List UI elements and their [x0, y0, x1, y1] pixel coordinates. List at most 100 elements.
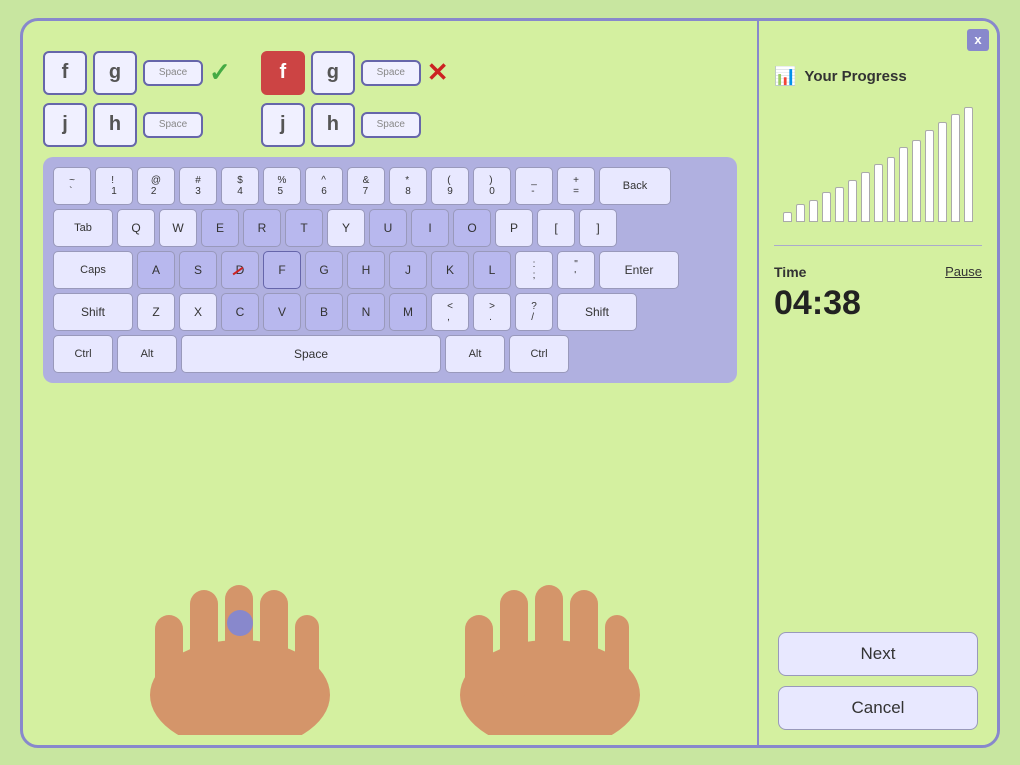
key-e[interactable]: E — [201, 209, 239, 247]
cancel-button[interactable]: Cancel — [778, 686, 978, 730]
key-2[interactable]: @2 — [137, 167, 175, 205]
chart-bar — [925, 130, 934, 222]
timer-value: 04:38 — [774, 284, 982, 323]
key-comma[interactable]: <, — [431, 293, 469, 331]
key-6[interactable]: ^6 — [305, 167, 343, 205]
keyboard-row-qwerty: Tab Q W E R T Y U I O P [ ] — [53, 209, 727, 247]
incorrect-group: f g Space ✕ j h Space — [261, 51, 449, 147]
keyboard-row-bottom: Ctrl Alt Space Alt Ctrl — [53, 335, 727, 373]
key-n[interactable]: N — [347, 293, 385, 331]
incorrect-key-space2: Space — [361, 112, 421, 138]
key-g[interactable]: G — [305, 251, 343, 289]
chart-bar — [861, 172, 870, 222]
correct-key-g: g — [93, 51, 137, 95]
key-u[interactable]: U — [369, 209, 407, 247]
pause-button[interactable]: Pause — [945, 264, 982, 279]
chart-bar — [835, 187, 844, 222]
incorrect-key-j: j — [261, 103, 305, 147]
chart-bar — [783, 212, 792, 222]
key-i[interactable]: I — [411, 209, 449, 247]
incorrect-xmark: ✕ — [427, 57, 449, 88]
progress-label: Your Progress — [804, 68, 906, 85]
chart-bar — [951, 114, 960, 222]
key-5[interactable]: %5 — [263, 167, 301, 205]
key-w[interactable]: W — [159, 209, 197, 247]
correct-key-space1: Space — [143, 60, 203, 86]
key-7[interactable]: &7 — [347, 167, 385, 205]
key-backspace[interactable]: Back — [599, 167, 671, 205]
key-o[interactable]: O — [453, 209, 491, 247]
incorrect-key-g: g — [311, 51, 355, 95]
key-f[interactable]: F — [263, 251, 301, 289]
chart-bar — [848, 180, 857, 222]
key-lbracket[interactable]: [ — [537, 209, 575, 247]
key-8[interactable]: *8 — [389, 167, 427, 205]
chart-bar — [809, 200, 818, 222]
key-m[interactable]: M — [389, 293, 427, 331]
chart-bar — [822, 192, 831, 222]
keyboard-row-asdf: Caps A S D F G H J K L :; "' Enter — [53, 251, 727, 289]
key-enter[interactable]: Enter — [599, 251, 679, 289]
incorrect-key-f-active: f — [261, 51, 305, 95]
hands-area — [43, 393, 737, 735]
key-alt-left[interactable]: Alt — [117, 335, 177, 373]
key-rbracket[interactable]: ] — [579, 209, 617, 247]
key-minus[interactable]: _- — [515, 167, 553, 205]
key-c[interactable]: C — [221, 293, 259, 331]
key-d[interactable]: D — [221, 251, 259, 289]
close-button[interactable]: x — [967, 29, 989, 51]
key-b[interactable]: B — [305, 293, 343, 331]
incorrect-row2: j h Space — [261, 103, 449, 147]
key-0[interactable]: )0 — [473, 167, 511, 205]
key-j[interactable]: J — [389, 251, 427, 289]
key-equals[interactable]: += — [557, 167, 595, 205]
key-y[interactable]: Y — [327, 209, 365, 247]
key-ctrl-left[interactable]: Ctrl — [53, 335, 113, 373]
key-slash[interactable]: ?/ — [515, 293, 553, 331]
key-shift-left[interactable]: Shift — [53, 293, 133, 331]
keyboard: ~` !1 @2 #3 $4 %5 ^6 &7 *8 (9 )0 _- += B… — [43, 157, 737, 383]
key-space[interactable]: Space — [181, 335, 441, 373]
key-k[interactable]: K — [431, 251, 469, 289]
incorrect-key-space1: Space — [361, 60, 421, 86]
correct-key-space2: Space — [143, 112, 203, 138]
correct-group: f g Space ✓ j h Space — [43, 51, 231, 147]
key-ctrl-right[interactable]: Ctrl — [509, 335, 569, 373]
key-tab[interactable]: Tab — [53, 209, 113, 247]
key-caps[interactable]: Caps — [53, 251, 133, 289]
correct-key-j: j — [43, 103, 87, 147]
key-v[interactable]: V — [263, 293, 301, 331]
key-shift-right[interactable]: Shift — [557, 293, 637, 331]
key-backtick[interactable]: ~` — [53, 167, 91, 205]
chart-bar — [874, 164, 883, 222]
chart-bar — [887, 157, 896, 222]
key-9[interactable]: (9 — [431, 167, 469, 205]
keyboard-row-zxcv: Shift Z X C V B N M <, >. ?/ Shift — [53, 293, 727, 331]
key-t[interactable]: T — [285, 209, 323, 247]
key-period[interactable]: >. — [473, 293, 511, 331]
key-s[interactable]: S — [179, 251, 217, 289]
timer-section: Time Pause 04:38 — [774, 264, 982, 323]
next-button[interactable]: Next — [778, 632, 978, 676]
timer-header: Time Pause — [774, 264, 982, 280]
key-q[interactable]: Q — [117, 209, 155, 247]
key-l[interactable]: L — [473, 251, 511, 289]
key-semicolon[interactable]: :; — [515, 251, 553, 289]
keyboard-row-numbers: ~` !1 @2 #3 $4 %5 ^6 &7 *8 (9 )0 _- += B… — [53, 167, 727, 205]
timer-label: Time — [774, 264, 806, 280]
key-1[interactable]: !1 — [95, 167, 133, 205]
chart-bar — [912, 140, 921, 222]
key-h[interactable]: H — [347, 251, 385, 289]
key-x[interactable]: X — [179, 293, 217, 331]
chart-bar — [964, 107, 973, 222]
key-z[interactable]: Z — [137, 293, 175, 331]
key-p[interactable]: P — [495, 209, 533, 247]
key-alt-right[interactable]: Alt — [445, 335, 505, 373]
key-quote[interactable]: "' — [557, 251, 595, 289]
key-4[interactable]: $4 — [221, 167, 259, 205]
hands-svg — [60, 535, 720, 735]
key-r[interactable]: R — [243, 209, 281, 247]
key-a[interactable]: A — [137, 251, 175, 289]
key-3[interactable]: #3 — [179, 167, 217, 205]
correct-row1: f g Space ✓ — [43, 51, 231, 95]
